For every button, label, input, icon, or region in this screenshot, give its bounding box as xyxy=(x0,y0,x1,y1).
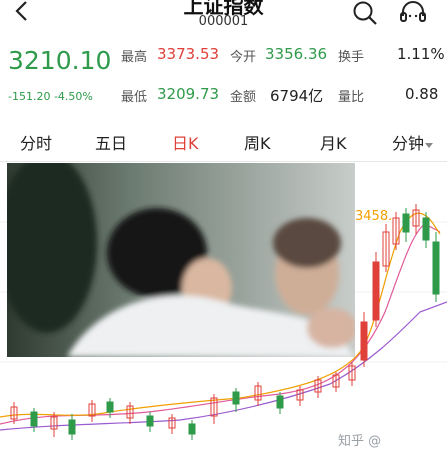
candle xyxy=(348,362,356,386)
tab-minute-label: 分钟 xyxy=(392,134,425,153)
video-frame xyxy=(7,163,355,357)
open-label: 今开 xyxy=(230,50,257,65)
candle xyxy=(68,414,76,440)
candle xyxy=(168,414,176,434)
candle xyxy=(392,212,400,250)
watermark: 知乎 @ xyxy=(338,434,382,449)
high-label: 最高 xyxy=(121,50,148,65)
low-value: 3209.73 xyxy=(157,85,220,103)
tab-monthly-k[interactable]: 月K xyxy=(320,130,347,154)
tab-timeshare[interactable]: 分时 xyxy=(20,130,52,154)
open-value: 3356.36 xyxy=(265,45,328,63)
candle xyxy=(382,224,390,272)
candle xyxy=(432,232,440,302)
stock-code: 000001 xyxy=(198,14,249,29)
chart-period-tabs: 分时 五日 日K 周K 月K 分钟 xyxy=(0,130,447,160)
amount-label: 金额 xyxy=(230,90,257,105)
candle xyxy=(188,420,196,440)
candle xyxy=(276,392,284,414)
high-value: 3373.53 xyxy=(157,45,220,63)
video-overlay[interactable] xyxy=(7,163,355,357)
search-button[interactable] xyxy=(352,0,378,26)
ratio-label: 量比 xyxy=(338,90,365,105)
current-price: 3210.10 xyxy=(8,46,112,75)
tab-five-day[interactable]: 五日 xyxy=(95,130,127,154)
candle xyxy=(360,312,368,367)
caret-down-icon xyxy=(425,142,434,148)
candle xyxy=(412,204,420,234)
price-change: -151.20 -4.50% xyxy=(8,90,93,103)
tab-daily-k[interactable]: 日K xyxy=(172,130,199,154)
headset-icon xyxy=(400,1,426,22)
tab-weekly-k[interactable]: 周K xyxy=(244,130,271,154)
candle xyxy=(146,412,154,432)
amount-value: 6794亿 xyxy=(270,87,324,105)
high-price-marker: 3458. xyxy=(355,209,393,224)
tab-minute[interactable]: 分钟 xyxy=(392,130,434,154)
low-label: 最低 xyxy=(121,90,148,105)
ratio-value: 0.88 xyxy=(405,85,439,103)
candle xyxy=(372,252,380,327)
customer-service-button[interactable] xyxy=(398,0,428,26)
candle xyxy=(30,408,38,432)
candle xyxy=(88,400,96,422)
candle xyxy=(402,208,410,242)
candle xyxy=(210,394,218,424)
search-icon xyxy=(353,1,377,25)
turnover-label: 换手 xyxy=(338,50,365,65)
turnover-value: 1.11% xyxy=(397,45,445,63)
candle xyxy=(232,388,240,412)
